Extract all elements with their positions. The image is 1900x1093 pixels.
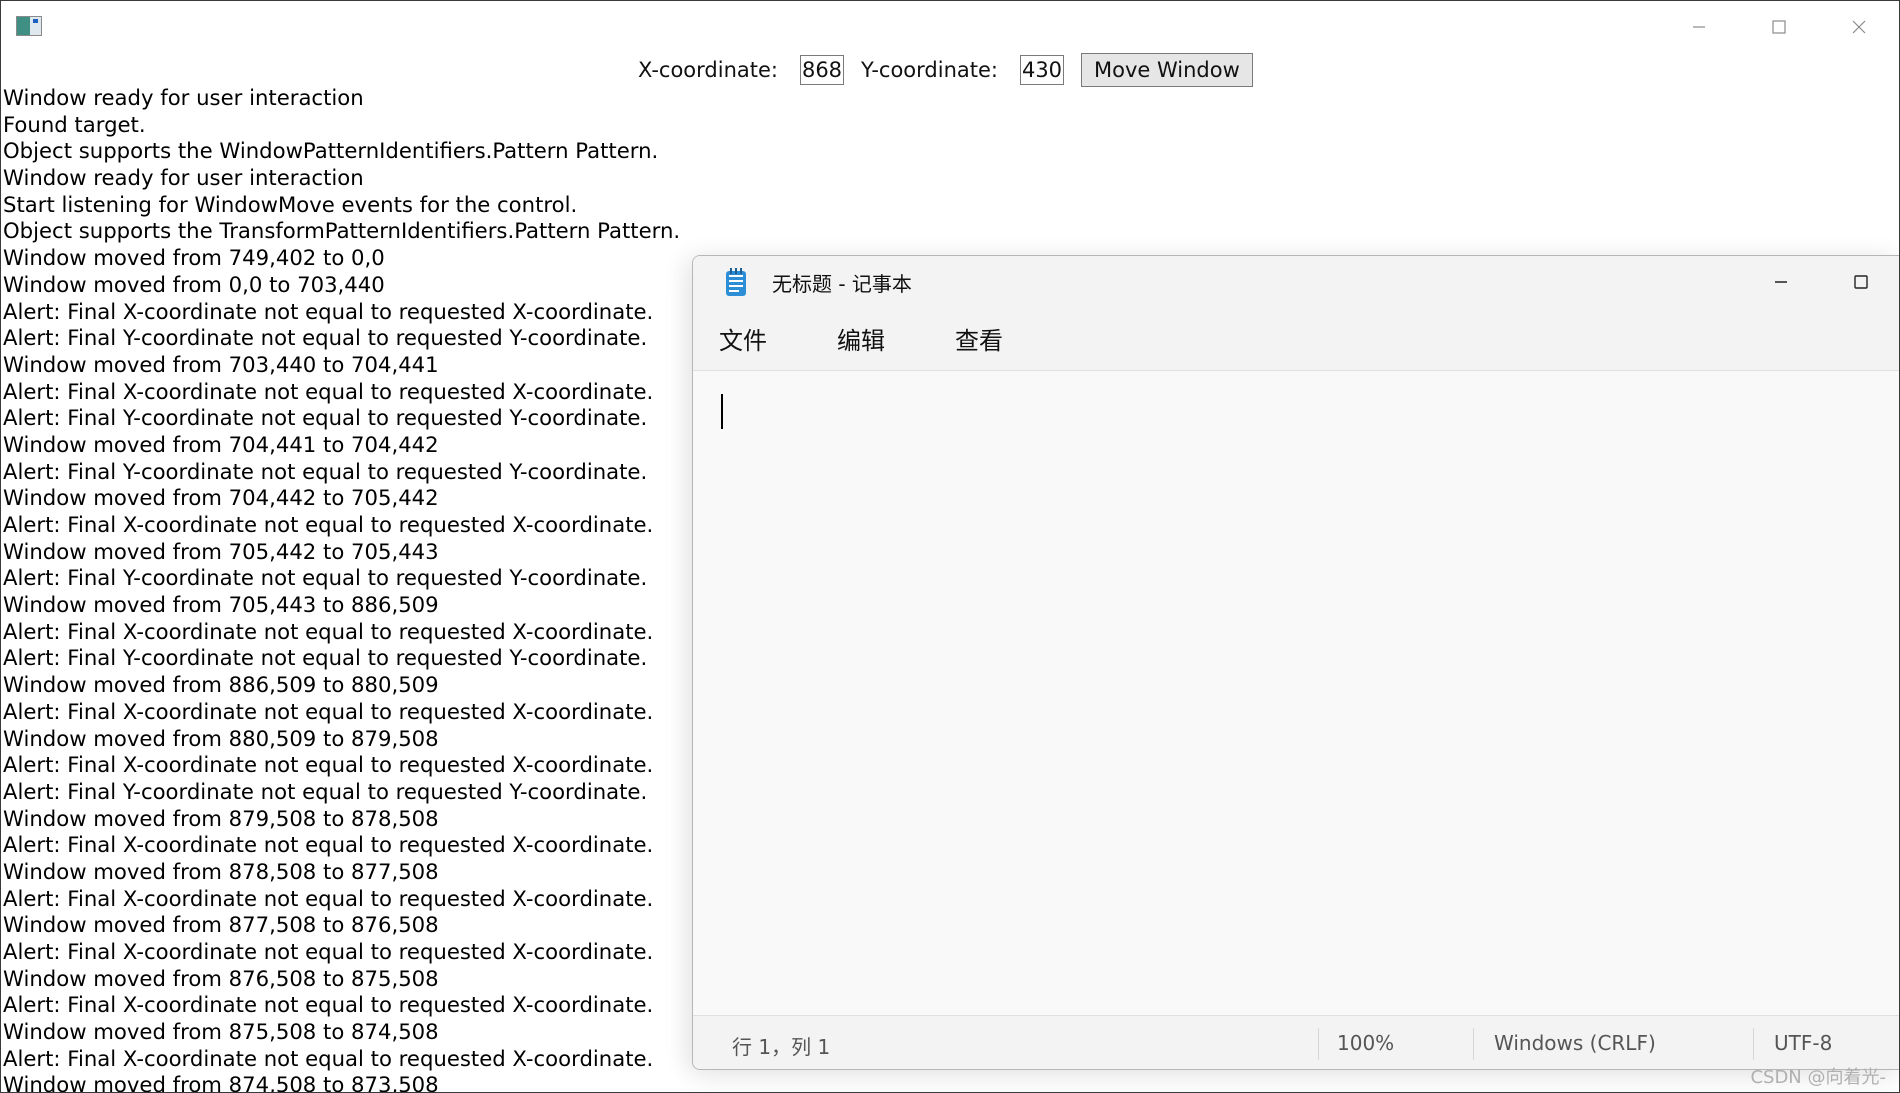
log-line: Window moved from 749,402 to 0,0 [3,245,385,271]
close-button[interactable] [1819,1,1899,53]
coordinate-toolbar: X-coordinate: Y-coordinate: Move Window [638,53,1253,87]
log-line: Alert: Final Y-coordinate not equal to r… [3,405,648,431]
notepad-title: 无标题 - 记事本 [772,271,912,296]
move-window-button[interactable]: Move Window [1081,53,1253,87]
main-window-caption-buttons [1659,1,1899,53]
watermark: CSDN @向着光- [1750,1067,1886,1088]
log-line: Alert: Final X-coordinate not equal to r… [3,1045,654,1071]
log-line: Alert: Final Y-coordinate not equal to r… [3,645,648,671]
log-line: Window moved from 886,509 to 880,509 [3,672,439,698]
log-line: Window moved from 705,443 to 886,509 [3,592,439,618]
log-line: Window moved from 880,509 to 879,508 [3,725,439,751]
notepad-text-area[interactable] [693,371,1899,1007]
maximize-icon [1772,20,1786,34]
notepad-menubar: 文件 编辑 查看 [693,308,1899,371]
maximize-button[interactable] [1739,1,1819,53]
zoom-level: 100% [1337,1031,1395,1055]
log-line: Start listening for WindowMove events fo… [3,191,578,217]
log-line: Window moved from 876,508 to 875,508 [3,965,439,991]
log-line: Alert: Final X-coordinate not equal to r… [3,298,654,324]
cursor-position: 行 1，列 1 [732,1035,831,1059]
log-line: Alert: Final Y-coordinate not equal to r… [3,565,648,591]
log-line: Alert: Final X-coordinate not equal to r… [3,378,654,404]
status-divider [1318,1028,1319,1060]
notepad-icon [726,268,746,296]
x-coordinate-input[interactable] [800,55,844,85]
notepad-window: 无标题 - 记事本 文件 编辑 查看 行 1，列 1 100% Windows … [692,255,1899,1070]
y-coordinate-label: Y-coordinate: [861,58,998,82]
log-line: Alert: Final X-coordinate not equal to r… [3,939,654,964]
log-line: Alert: Final X-coordinate not equal to r… [3,885,654,911]
log-line: Window moved from 875,508 to 874,508 [3,1019,439,1045]
log-line: Window ready for user interaction [3,85,364,110]
log-line: Object supports the WindowPatternIdentif… [3,138,659,164]
log-line: Alert: Final X-coordinate not equal to r… [3,832,654,858]
log-line: Alert: Final X-coordinate not equal to r… [3,698,654,724]
log-line: Found target. [3,111,146,137]
log-line: Window moved from 877,508 to 876,508 [3,912,439,938]
menu-file[interactable]: 文件 [719,314,789,365]
close-icon [1852,20,1866,34]
maximize-icon [1854,275,1868,289]
event-log: Window ready for user interaction Found … [3,85,703,1093]
log-line: Window moved from 878,508 to 877,508 [3,858,439,884]
log-line: Window moved from 0,0 to 703,440 [3,271,385,297]
minimize-icon [1775,281,1787,283]
y-coordinate-input[interactable] [1020,55,1064,85]
text-caret [721,394,723,429]
status-divider [1473,1028,1474,1060]
log-line: Window moved from 704,442 to 705,442 [3,485,439,511]
log-line: Alert: Final X-coordinate not equal to r… [3,752,654,778]
log-line: Alert: Final X-coordinate not equal to r… [3,618,654,644]
x-coordinate-label: X-coordinate: [638,58,778,82]
notepad-statusbar: 行 1，列 1 100% Windows (CRLF) UTF-8 [693,1015,1899,1069]
log-line: Window moved from 705,442 to 705,443 [3,538,439,564]
notepad-titlebar[interactable]: 无标题 - 记事本 [693,256,1899,308]
log-line: Alert: Final Y-coordinate not equal to r… [3,325,648,351]
log-line: Window moved from 704,441 to 704,442 [3,431,439,457]
minimize-button[interactable] [1659,1,1739,53]
menu-edit[interactable]: 编辑 [837,314,907,365]
status-divider [1753,1028,1754,1060]
log-line: Alert: Final X-coordinate not equal to r… [3,512,654,537]
log-line: Window moved from 703,440 to 704,441 [3,351,439,377]
log-line: Alert: Final Y-coordinate not equal to r… [3,778,648,804]
app-icon [16,16,42,36]
notepad-minimize-button[interactable] [1741,256,1821,308]
encoding: UTF-8 [1774,1031,1833,1055]
log-line: Window ready for user interaction [3,165,364,191]
notepad-maximize-button[interactable] [1821,256,1899,308]
log-line: Alert: Final X-coordinate not equal to r… [3,992,654,1018]
log-line: Alert: Final Y-coordinate not equal to r… [3,458,648,484]
log-line: Object supports the TransformPatternIden… [3,218,681,244]
log-line: Window moved from 874,508 to 873,508 [3,1072,439,1093]
notepad-caption-buttons [1741,256,1899,308]
main-window: X-coordinate: Y-coordinate: Move Window … [0,0,1900,1093]
menu-view[interactable]: 查看 [955,314,1025,365]
line-ending: Windows (CRLF) [1494,1031,1656,1055]
minimize-icon [1693,26,1705,28]
log-line: Window moved from 879,508 to 878,508 [3,805,439,831]
